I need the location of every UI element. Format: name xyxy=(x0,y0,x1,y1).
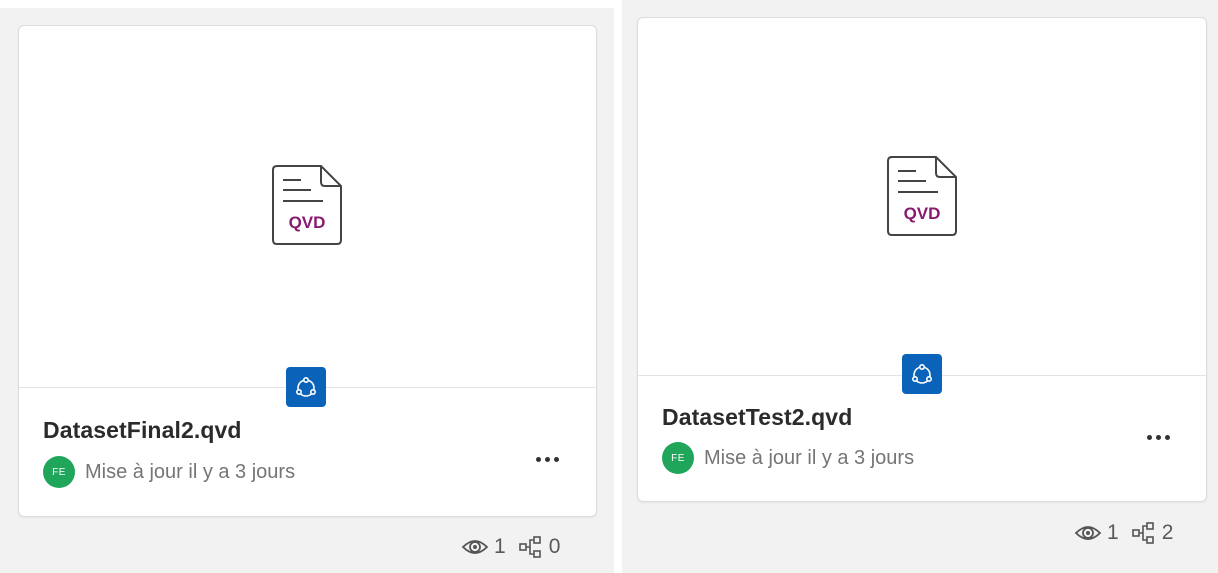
updated-text: Mise à jour il y a 3 jours xyxy=(85,460,296,483)
qvd-label: QVD xyxy=(289,213,326,232)
more-options-button[interactable] xyxy=(1138,425,1178,449)
lineage-count: 0 xyxy=(548,535,561,558)
lineage-icon xyxy=(518,536,541,558)
lineage-icon xyxy=(1131,522,1154,544)
card-preview[interactable]: QVD xyxy=(638,18,1206,376)
dataset-panel-1: QVD DatasetFinal2.qvd FE Mise à jour il … xyxy=(0,8,614,573)
card-meta: FE Mise à jour il y a 3 jours xyxy=(43,456,295,488)
views-stat: 1 xyxy=(1074,521,1119,545)
updated-text: Mise à jour il y a 3 jours xyxy=(704,446,915,469)
owner-avatar: FE xyxy=(662,442,694,474)
card-title[interactable]: DatasetTest2.qvd xyxy=(662,404,852,431)
dataset-card[interactable]: QVD DatasetFinal2.qvd FE Mise à jour il … xyxy=(18,25,597,517)
views-count: 1 xyxy=(494,535,506,558)
card-stats: 1 0 xyxy=(461,535,572,559)
card-meta: FE Mise à jour il y a 3 jours xyxy=(662,442,914,474)
lineage-count: 2 xyxy=(1161,521,1174,544)
more-options-icon xyxy=(1146,434,1152,440)
qvd-file-icon: QVD xyxy=(272,165,342,245)
dataset-card[interactable]: QVD DatasetTest2.qvd FE Mise à jour il y… xyxy=(637,17,1207,502)
lineage-stat: 2 xyxy=(1131,521,1174,545)
owner-avatar: FE xyxy=(43,456,75,488)
dataset-panel-2: QVD DatasetTest2.qvd FE Mise à jour il y… xyxy=(622,0,1218,573)
eye-icon xyxy=(1074,526,1102,540)
dataset-type-badge xyxy=(902,354,942,394)
card-stats: 1 2 xyxy=(1074,521,1185,545)
views-count: 1 xyxy=(1107,521,1119,544)
card-title[interactable]: DatasetFinal2.qvd xyxy=(43,417,242,444)
qvd-file-icon: QVD xyxy=(887,156,957,236)
more-options-icon xyxy=(535,456,541,462)
views-stat: 1 xyxy=(461,535,506,559)
card-preview[interactable]: QVD xyxy=(19,26,596,388)
lineage-stat: 0 xyxy=(518,535,561,559)
dataset-icon xyxy=(295,376,316,397)
qvd-label: QVD xyxy=(904,204,941,223)
dataset-icon xyxy=(911,363,932,384)
eye-icon xyxy=(461,540,489,554)
more-options-button[interactable] xyxy=(527,447,567,471)
dataset-type-badge xyxy=(286,367,326,407)
